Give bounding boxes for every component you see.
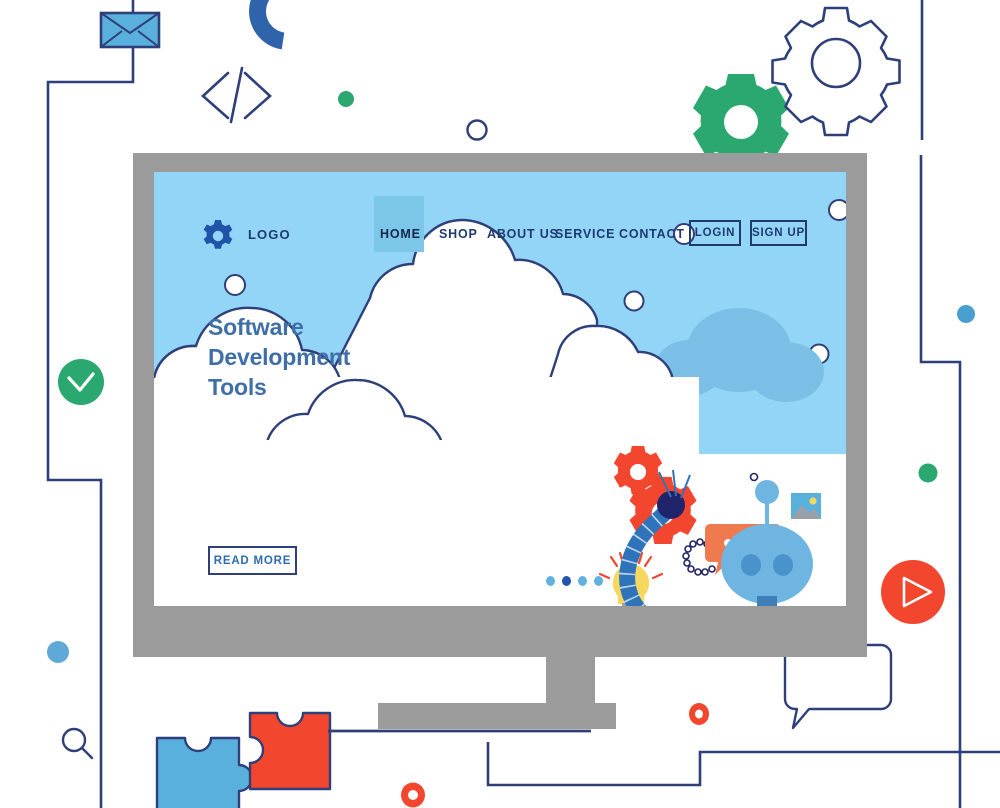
hero-title-line-1: Software: [208, 314, 304, 340]
speech-bubble-icon: [783, 643, 893, 730]
carousel-dots[interactable]: [546, 576, 603, 586]
search-icon[interactable]: [61, 727, 94, 760]
connector-line: [46, 0, 135, 352]
dot-small: [749, 472, 759, 482]
image-placeholder-icon: [791, 493, 821, 519]
read-more-button[interactable]: READ MORE: [208, 546, 297, 575]
nav-item-about-us[interactable]: ABOUT US: [487, 227, 559, 241]
website-navbar: LOGO HOME SHOP ABOUT US SERVICE CONTACT …: [154, 172, 846, 268]
login-button[interactable]: LOGIN: [689, 220, 741, 246]
puzzle-piece-blue-icon: [155, 736, 254, 808]
code-brackets-icon: [201, 66, 272, 124]
gear-icon[interactable]: [202, 220, 234, 252]
nav-active-highlight: [374, 196, 424, 252]
signup-button[interactable]: SIGN UP: [750, 220, 807, 246]
ring-red: [689, 703, 709, 725]
illustration-canvas: LOGO HOME SHOP ABOUT US SERVICE CONTACT …: [0, 0, 1000, 808]
carousel-dot[interactable]: [594, 576, 603, 586]
monitor-base: [378, 703, 616, 729]
envelope-icon: [99, 11, 161, 49]
dot-blue: [957, 305, 975, 323]
hero-title-line-3: Tools: [208, 374, 267, 400]
monitor-screen: LOGO HOME SHOP ABOUT US SERVICE CONTACT …: [154, 172, 846, 606]
nav-item-shop[interactable]: SHOP: [439, 227, 478, 241]
gear-outline-icon: [771, 6, 901, 137]
dot-green: [918, 463, 938, 483]
logo-text: LOGO: [248, 227, 291, 242]
nav-item-service[interactable]: SERVICE: [555, 227, 615, 241]
dot-blue: [47, 641, 69, 663]
puzzle-piece-red-icon: [248, 711, 332, 791]
check-circle-icon: [58, 359, 104, 405]
hero-title-line-2: Development: [208, 344, 351, 370]
monitor-frame: LOGO HOME SHOP ABOUT US SERVICE CONTACT …: [133, 153, 867, 657]
carousel-dot[interactable]: [546, 576, 555, 586]
page-title: Software Development Tools: [208, 312, 438, 402]
ring-red: [401, 782, 425, 808]
nav-item-home[interactable]: HOME: [380, 227, 421, 241]
carousel-dot-active[interactable]: [562, 576, 571, 586]
laptop-icon: [816, 596, 846, 606]
connector-line: [486, 742, 1000, 787]
play-circle-icon[interactable]: [881, 560, 945, 624]
carousel-dot[interactable]: [578, 576, 587, 586]
connector-line: [46, 352, 103, 808]
nav-item-contact[interactable]: CONTACT: [619, 227, 685, 241]
dot-green: [338, 91, 354, 107]
circle-outline: [466, 119, 488, 141]
loading-arc-icon: [249, 0, 285, 50]
